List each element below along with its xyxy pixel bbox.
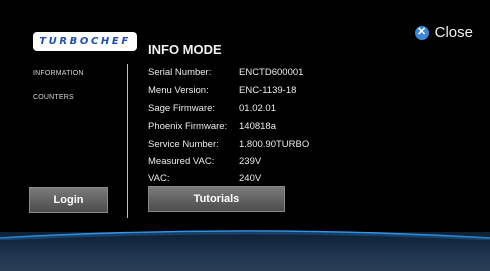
info-row-menu-version: Menu Version: ENC-1139-18 (148, 85, 296, 101)
info-row-serial-number: Serial Number: ENCTD600001 (148, 67, 303, 83)
info-value: 01.02.01 (239, 103, 276, 114)
logo-text: TURBOCHEF (39, 36, 131, 47)
info-row-service-number: Service Number: 1.800.90TURBO (148, 139, 309, 155)
screen: TURBOCHEF ✕ Close INFORMATION COUNTERS I… (0, 0, 490, 271)
info-value: ENCTD600001 (239, 67, 304, 78)
sidebar-item-label: COUNTERS (33, 94, 74, 101)
info-label: Menu Version: (148, 85, 209, 96)
info-label: Service Number: (148, 139, 219, 150)
turbochef-logo: TURBOCHEF (33, 32, 137, 51)
login-button[interactable]: Login (29, 187, 108, 213)
info-label: Serial Number: (148, 67, 212, 78)
sidebar-item-information[interactable]: INFORMATION (33, 70, 84, 77)
sidebar-item-counters[interactable]: COUNTERS (33, 94, 74, 101)
sidebar-item-label: INFORMATION (33, 70, 84, 77)
info-label: Measured VAC: (148, 156, 215, 167)
info-value: ENC-1139-18 (239, 85, 297, 96)
info-row-sage-firmware: Sage Firmware: 01.02.01 (148, 103, 276, 119)
info-row-phoenix-firmware: Phoenix Firmware: 140818a (148, 121, 276, 137)
info-value: 239V (239, 156, 262, 167)
bottom-glow-line (0, 230, 490, 240)
tutorials-button[interactable]: Tutorials (148, 186, 285, 212)
login-label: Login (53, 194, 84, 206)
close-icon: ✕ (414, 25, 429, 40)
close-button[interactable]: ✕ Close (414, 24, 473, 41)
info-value: 140818a (239, 121, 276, 132)
page-title: INFO MODE (148, 42, 222, 57)
info-label: Phoenix Firmware: (148, 121, 228, 132)
info-label: Sage Firmware: (148, 103, 216, 114)
sidebar-divider (127, 64, 128, 218)
info-value: 1.800.90TURBO (239, 139, 310, 150)
tutorials-label: Tutorials (193, 193, 240, 205)
close-label: Close (434, 24, 473, 41)
info-row-measured-vac: Measured VAC: 239V (148, 156, 261, 172)
